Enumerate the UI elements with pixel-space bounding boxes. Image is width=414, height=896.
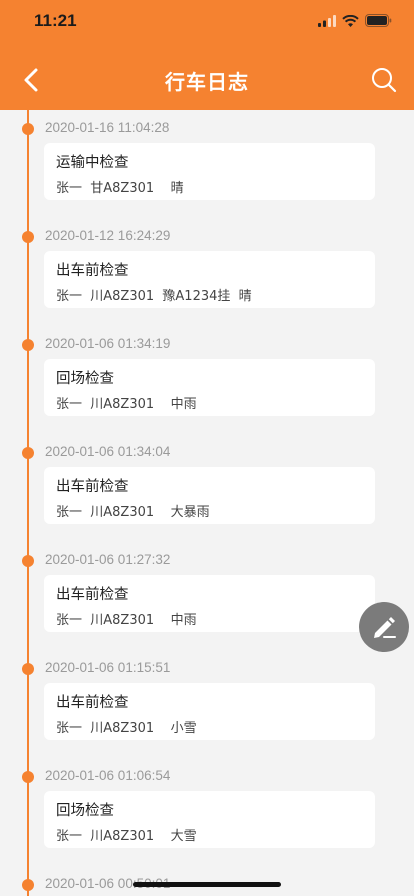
- card-info: 张一 川A8Z301 大暴雨: [56, 505, 210, 520]
- timeline-dot: [22, 555, 34, 567]
- entry-time: 2020-01-12 16:24:29: [45, 228, 171, 243]
- log-card[interactable]: 出车前检查 张一 川A8Z301 大暴雨: [44, 467, 375, 524]
- card-title: 出车前检查: [56, 479, 129, 495]
- log-entry: 2020-01-06 00:50:01: [0, 866, 414, 896]
- timeline-dot: [22, 879, 34, 891]
- timeline-dot: [22, 771, 34, 783]
- card-info: 张一 川A8Z301 豫A1234挂 晴: [56, 289, 252, 304]
- card-title: 出车前检查: [56, 263, 129, 279]
- card-title: 出车前检查: [56, 695, 129, 711]
- nav-bar: 行车日志: [0, 44, 414, 110]
- status-icons: [318, 14, 392, 27]
- card-info: 张一 甘A8Z301 晴: [56, 181, 184, 196]
- signal-icon: [318, 14, 336, 27]
- log-card[interactable]: 运输中检查 张一 甘A8Z301 晴: [44, 143, 375, 200]
- timeline-dot: [22, 339, 34, 351]
- search-button[interactable]: [370, 66, 398, 94]
- battery-icon: [365, 14, 392, 27]
- log-entry: 2020-01-06 01:27:32 出车前检查 张一 川A8Z301 中雨: [0, 542, 414, 650]
- pencil-edit-icon: [374, 617, 396, 638]
- log-entry: 2020-01-12 16:24:29 出车前检查 张一 川A8Z301 豫A1…: [0, 218, 414, 326]
- log-entry: 2020-01-06 01:34:19 回场检查 张一 川A8Z301 中雨: [0, 326, 414, 434]
- card-info: 张一 川A8Z301 大雪: [56, 829, 197, 844]
- entry-time: 2020-01-06 01:06:54: [45, 768, 171, 783]
- log-entry: 2020-01-16 11:04:28 运输中检查 张一 甘A8Z301 晴: [0, 110, 414, 218]
- edit-log-button[interactable]: [359, 602, 409, 652]
- status-bar: 11:21: [0, 0, 414, 44]
- log-card[interactable]: 回场检查 张一 川A8Z301 中雨: [44, 359, 375, 416]
- header: 11:21 行车日志: [0, 0, 414, 110]
- card-title: 运输中检查: [56, 155, 129, 171]
- card-title: 回场检查: [56, 803, 114, 819]
- home-indicator: [133, 882, 281, 887]
- search-icon: [372, 68, 397, 93]
- page-title: 行车日志: [165, 70, 249, 94]
- entry-time: 2020-01-06 01:34:19: [45, 336, 171, 351]
- card-title: 出车前检查: [56, 587, 129, 603]
- log-card[interactable]: 出车前检查 张一 川A8Z301 中雨: [44, 575, 375, 632]
- log-card[interactable]: 出车前检查 张一 川A8Z301 小雪: [44, 683, 375, 740]
- entry-time: 2020-01-06 01:27:32: [45, 552, 171, 567]
- log-card[interactable]: 回场检查 张一 川A8Z301 大雪: [44, 791, 375, 848]
- status-time: 11:21: [34, 11, 77, 30]
- timeline-dot: [22, 663, 34, 675]
- log-entry: 2020-01-06 01:06:54 回场检查 张一 川A8Z301 大雪: [0, 758, 414, 866]
- log-entry: 2020-01-06 01:15:51 出车前检查 张一 川A8Z301 小雪: [0, 650, 414, 758]
- timeline-dot: [22, 447, 34, 459]
- entry-time: 2020-01-16 11:04:28: [45, 120, 170, 135]
- log-card[interactable]: 出车前检查 张一 川A8Z301 豫A1234挂 晴: [44, 251, 375, 308]
- wifi-icon: [342, 14, 359, 27]
- entry-time: 2020-01-06 01:34:04: [45, 444, 171, 459]
- log-entry: 2020-01-06 01:34:04 出车前检查 张一 川A8Z301 大暴雨: [0, 434, 414, 542]
- timeline-dot: [22, 231, 34, 243]
- card-title: 回场检查: [56, 371, 114, 387]
- card-info: 张一 川A8Z301 中雨: [56, 613, 197, 628]
- card-info: 张一 川A8Z301 中雨: [56, 397, 197, 412]
- timeline-dot: [22, 123, 34, 135]
- card-info: 张一 川A8Z301 小雪: [56, 721, 197, 736]
- entry-time: 2020-01-06 01:15:51: [45, 660, 171, 675]
